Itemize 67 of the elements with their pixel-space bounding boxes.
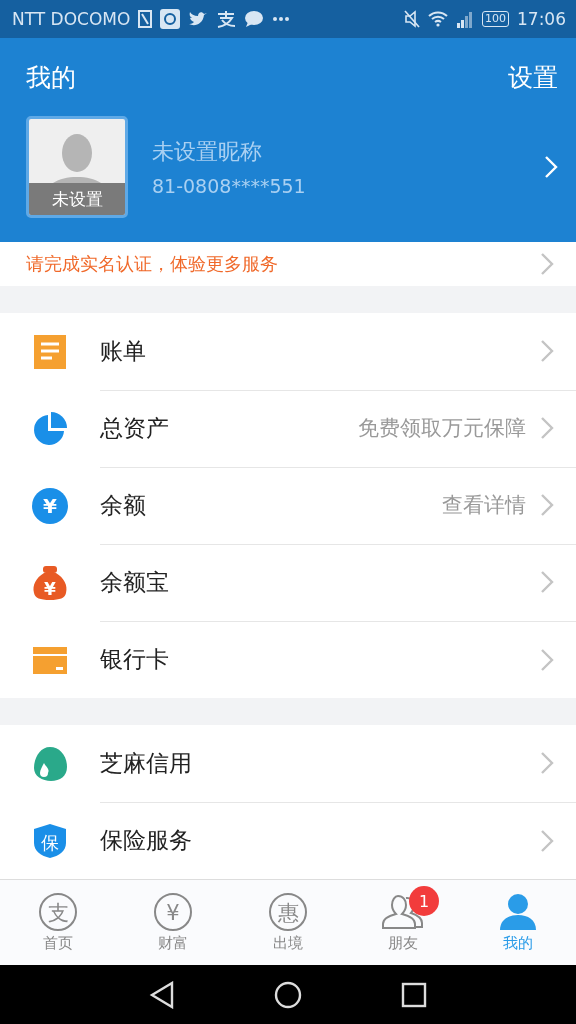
item-label: 余额 (100, 490, 147, 520)
chevron-icon (540, 647, 554, 672)
tab[interactable]: 朋友 1 (345, 880, 461, 965)
tab[interactable]: ¥ 财富 (115, 880, 231, 965)
item-label: 银行卡 (100, 645, 170, 674)
tab-label: 朋友 (388, 934, 419, 953)
chevron-icon (540, 751, 554, 775)
battery-level: 100 (482, 11, 509, 27)
tab[interactable]: 惠 出境 (230, 880, 346, 965)
menu-item[interactable]: 银行卡 (0, 621, 576, 698)
tab[interactable]: 我的 (460, 880, 576, 965)
pie-chart-icon (32, 410, 68, 447)
more-icon (272, 16, 291, 22)
chevron-icon (540, 828, 554, 853)
item-label: 芝麻信用 (100, 748, 193, 778)
tab-label: 出境 (273, 934, 303, 953)
nickname: 未设置昵称 (152, 138, 263, 166)
avatar[interactable]: 未设置 (26, 116, 128, 218)
menu-item[interactable]: ¥ 余额 查看详情 (0, 467, 576, 544)
chevron-icon (544, 155, 558, 179)
app-logo-icon (216, 10, 237, 28)
recents-icon[interactable] (400, 981, 427, 1008)
item-hint: 免费领取万元保障 (358, 415, 526, 442)
menu-item[interactable]: 总资产 免费领取万元保障 (0, 390, 576, 467)
shield-icon: 保 (32, 822, 68, 859)
item-label: 余额宝 (100, 567, 170, 597)
avatar-label: 未设置 (29, 183, 125, 215)
coupon-icon: 惠 (268, 892, 308, 932)
tab-label: 我的 (503, 934, 534, 953)
home-icon[interactable] (274, 980, 302, 1009)
chat-bubble-icon (244, 10, 265, 28)
menu-item[interactable]: 芝麻信用 (0, 725, 576, 802)
chevron-icon (540, 252, 554, 276)
wifi-icon (428, 11, 448, 27)
yen-icon: ¥ (152, 892, 193, 932)
camera-app-icon (160, 9, 181, 29)
document-icon (32, 333, 68, 370)
item-hint: 查看详情 (442, 492, 526, 519)
menu-item[interactable]: ¥ 余额宝 (0, 544, 576, 621)
sim-icon (138, 10, 153, 28)
signal-icon (456, 10, 474, 28)
menu-item[interactable]: 账单 (0, 313, 576, 390)
page-title: 我的 (26, 61, 76, 94)
item-label: 保险服务 (100, 826, 193, 855)
yen-coin-icon: ¥ (32, 487, 68, 524)
chevron-icon (540, 339, 554, 363)
carrier-name: NTT DOCOMO (12, 9, 131, 29)
count-badge: 1 (409, 886, 440, 916)
back-icon[interactable] (149, 980, 176, 1009)
circle-logo-icon: 支 (37, 892, 78, 932)
tab[interactable]: 支 首页 (0, 880, 116, 965)
chevron-icon (540, 493, 554, 517)
verification-notice[interactable]: 请完成实名认证，体验更多服务 (0, 242, 576, 286)
tab-label: 财富 (157, 934, 188, 953)
person-icon (498, 892, 539, 932)
mute-icon (404, 10, 420, 28)
chevron-icon (540, 570, 554, 594)
chevron-icon (540, 416, 554, 440)
settings-link[interactable]: 设置 (508, 60, 558, 94)
notice-text: 请完成实名认证，体验更多服务 (26, 252, 279, 276)
clock: 17:06 (517, 9, 566, 29)
tab-label: 首页 (42, 934, 73, 953)
menu-item[interactable]: 保 保险服务 (0, 802, 576, 879)
phone-number: 81-0808****551 (152, 175, 307, 197)
drop-icon (32, 745, 68, 782)
item-label: 总资产 (100, 413, 170, 443)
item-label: 账单 (100, 336, 147, 366)
